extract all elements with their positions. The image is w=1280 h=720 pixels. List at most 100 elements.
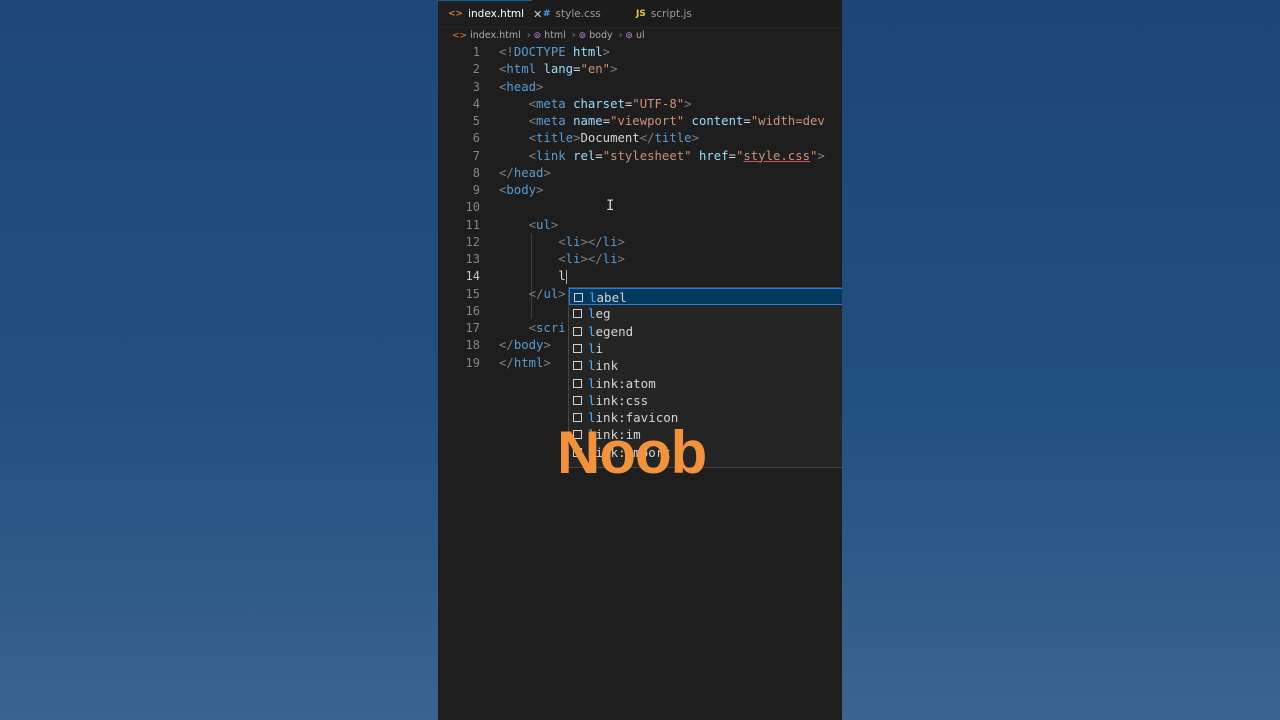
code-token: </ [499,355,514,370]
code-token: < [528,131,537,146]
line-source: </head> [499,165,551,182]
code-line[interactable]: 14 l [438,268,842,285]
code-token: > [617,234,625,249]
suggestion-item[interactable]: legend [569,323,842,340]
code-token: </ [499,338,514,353]
overlay-caption: Noob [557,419,707,486]
code-token: l [499,269,566,284]
suggestion-rest: ink [595,358,619,374]
code-line[interactable]: 11 <ul> [438,217,842,234]
line-source: <ul> [499,217,559,234]
suggestion-rest: ink:css [595,392,649,408]
line-number: 2 [472,62,480,77]
code-line[interactable]: 9 <body> [438,182,842,199]
background-left [0,0,438,720]
breadcrumb-ul[interactable]: ul [636,30,645,41]
line-number: 10 [465,200,480,215]
close-icon[interactable]: ✕ [533,8,542,21]
tab-index-html[interactable]: <> index.html ✕ [438,0,542,27]
code-line[interactable]: 4 <meta charset="UTF-8"> [438,96,842,113]
code-line[interactable]: 12 <li></li> [438,234,842,251]
code-line[interactable]: 13 <li></li> [438,251,842,268]
breadcrumb-file[interactable]: index.html [470,30,521,41]
snippet-box-icon [573,309,582,319]
code-line[interactable]: 10 [438,199,842,216]
code-token: ul [536,217,551,232]
breadcrumb: <> index.html › ⊚ html › ⊚ body › ⊚ ul [438,27,842,44]
line-source: <title>Document</title> [499,130,699,147]
breadcrumb-body[interactable]: body [589,30,613,41]
code-line[interactable]: 8 </head> [438,165,842,182]
suggestion-label: link [588,357,618,374]
suggestion-item[interactable]: link [569,357,842,374]
code-line[interactable]: 6 <title>Document</title> [438,130,842,147]
code-token: title [654,131,692,146]
code-token: li [565,252,581,266]
code-token: > [558,286,566,301]
code-token: </ [639,131,655,146]
line-number: 1 [472,45,480,59]
tab-style-css[interactable]: # style.css [543,0,623,27]
snippet-box-icon [573,343,582,353]
code-token: DOCTYPE [513,45,566,59]
code-line[interactable]: 2 <html lang="en"> [438,61,842,78]
line-source: <link rel="stylesheet" href="style.css"> [499,148,825,165]
line-source: <html lang="en"> [499,61,618,78]
suggestion-label: link:atom [588,375,656,392]
code-token: Document [580,131,640,146]
code-token: "en" [580,62,611,77]
line-source: <meta charset="UTF-8"> [499,96,692,113]
code-token: > [543,355,551,370]
code-token: > [684,96,692,111]
suggestion-rest: eg [595,306,611,322]
code-token: > [543,165,551,180]
code-token: li [602,252,618,266]
element-icon: ⊚ [625,30,633,41]
breadcrumb-html[interactable]: html [544,30,566,41]
js-file-icon: JS [636,8,646,19]
code-line[interactable]: 7 <link rel="stylesheet" href="style.css… [438,148,842,165]
css-file-icon: # [543,8,551,19]
suggestion-match: l [588,340,596,356]
background-right [842,0,1280,720]
code-token: name [573,114,603,128]
tab-script-js[interactable]: JS script.js [636,0,716,27]
code-token: < [528,114,537,128]
suggestion-match: l [588,375,596,391]
suggestion-label: label [589,289,627,306]
line-number: 15 [465,286,480,301]
code-line[interactable]: 3 <head> [438,79,842,96]
code-token: > [550,217,559,232]
suggestion-label: link:css [588,392,648,409]
suggestion-match: l [588,323,596,339]
suggestion-item[interactable]: leg [569,305,842,322]
suggestion-item[interactable]: link:css [569,392,842,409]
code-token: = [595,148,603,163]
code-token: < [528,148,537,163]
html-file-icon: <> [448,9,464,19]
code-line[interactable]: 1 <!DOCTYPE html> [438,44,842,61]
code-line[interactable]: 5 <meta name="viewport" content="width=d… [438,113,842,130]
line-number: 3 [472,79,480,94]
suggestion-item[interactable]: li [569,340,842,357]
code-token: scri [536,321,566,335]
suggestion-rest: i [595,340,604,356]
suggestion-item[interactable]: link:atom [569,375,842,392]
code-token: = [602,114,611,128]
line-number: 16 [465,303,480,318]
line-source: <head> [499,79,543,96]
chevron-right-icon: › [526,30,531,41]
line-number: 13 [465,252,480,266]
suggestion-item[interactable]: label [569,288,842,306]
code-token: head [513,165,544,180]
code-token: head [506,79,537,94]
